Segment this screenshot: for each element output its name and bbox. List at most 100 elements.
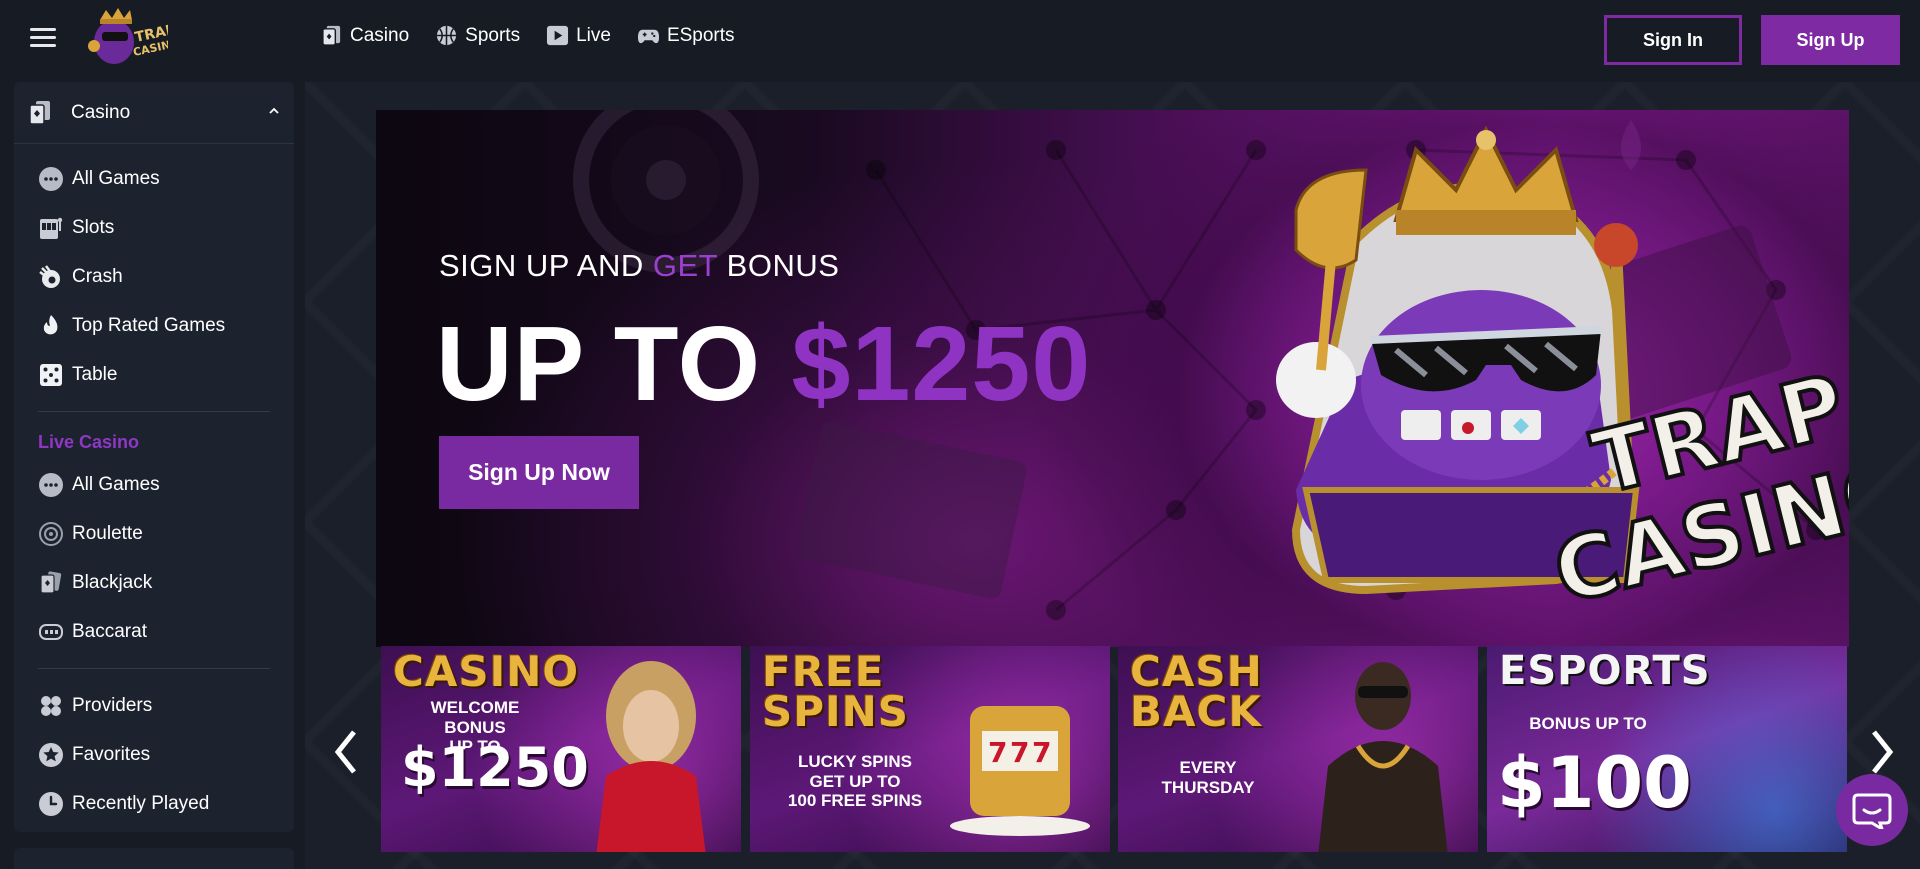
sidebar-footer: [14, 848, 294, 869]
chevron-left-icon[interactable]: [326, 722, 366, 782]
sidebar-item-slots[interactable]: Slots: [14, 203, 294, 252]
sidebar-item-label: Table: [72, 363, 118, 385]
hero-headline-prefix: UP TO: [436, 305, 792, 423]
hero-subtitle: SIGN UP AND GET BONUS: [439, 248, 839, 284]
all-games-icon: [39, 472, 63, 497]
nav-casino[interactable]: Casino: [320, 24, 409, 47]
promo-title-line: SPINS: [762, 686, 910, 736]
nav-esports[interactable]: ESports: [637, 24, 735, 47]
sidebar-item-top-rated[interactable]: Top Rated Games: [14, 301, 294, 350]
sidebar-item-label: Recently Played: [72, 792, 210, 814]
promo-title: FREE SPINS: [762, 647, 910, 736]
sidebar-item-label: Baccarat: [72, 620, 147, 642]
sidebar-item-baccarat[interactable]: Baccarat: [14, 607, 294, 656]
slot-machine-icon: [40, 217, 63, 239]
nav-label: Casino: [350, 24, 410, 46]
live-casino-title: Live Casino: [38, 431, 140, 452]
sidebar-item-recently-played[interactable]: Recently Played: [14, 779, 294, 828]
nav-sports[interactable]: Sports: [435, 24, 520, 47]
promo-subtitle: BONUS UP TO: [1529, 714, 1647, 733]
cards-icon: [40, 570, 62, 594]
promo-card-esports[interactable]: ESPORTS BONUS UP TO $100: [1487, 646, 1847, 852]
sidebar-item-blackjack[interactable]: Blackjack: [14, 558, 294, 607]
hero-headline: UP TO $1250: [436, 304, 1091, 425]
promo-title: CASINO: [393, 647, 580, 696]
providers-icon: [41, 695, 61, 716]
hero-banner[interactable]: SIGN UP AND GET BONUS UP TO $1250 Sign U…: [376, 110, 1849, 647]
sidebar-item-all-games[interactable]: All Games: [14, 154, 294, 203]
sidebar-item-label: Blackjack: [72, 571, 153, 593]
nav-label: Sports: [465, 24, 521, 46]
promo-card-casino[interactable]: CASINO WELCOME BONUS UP TO $1250: [381, 646, 741, 852]
nav-label: Live: [576, 24, 611, 46]
sidebar-casino-header[interactable]: Casino: [14, 82, 294, 144]
sidebar-item-roulette[interactable]: Roulette: [14, 509, 294, 558]
baccarat-icon: [39, 623, 63, 640]
dice-icon: [40, 363, 62, 386]
site-logo[interactable]: TRAP CASINO: [84, 6, 181, 68]
sidebar-item-live-all-games[interactable]: All Games: [14, 460, 294, 509]
slot-machine-mascot: TRAP CASINO: [1276, 125, 1849, 626]
svg-text:7: 7: [988, 736, 1007, 769]
sign-up-button[interactable]: Sign Up: [1761, 15, 1900, 65]
casino-card-icon: [29, 100, 50, 125]
gamepad-icon: [637, 29, 659, 44]
promo-subtitle: LUCKY SPINS GET UP TO 100 FREE SPINS: [770, 752, 940, 811]
promo-amount: $1250: [401, 736, 589, 799]
basketball-icon: [437, 25, 457, 46]
fire-icon: [43, 314, 58, 334]
top-bar: TRAP CASINO Casino Sports Live ESports S…: [0, 0, 1920, 78]
crash-icon: [39, 264, 60, 288]
chevron-up-icon[interactable]: [268, 106, 280, 116]
star-icon: [39, 742, 63, 767]
promo-line: GET UP TO: [809, 771, 901, 791]
divider: [38, 411, 270, 412]
sidebar-item-label: Slots: [72, 216, 115, 238]
sidebar-item-label: All Games: [72, 167, 160, 189]
casino-list: All Games Slots Crash Top Rated Games Ta…: [14, 144, 294, 828]
promo-slot-image: 7 7 7: [950, 706, 1090, 836]
promo-title-line: BACK: [1130, 686, 1262, 736]
sidebar-item-label: Roulette: [72, 522, 143, 544]
main-nav: Casino Sports Live ESports: [320, 24, 735, 47]
sidebar-item-crash[interactable]: Crash: [14, 252, 294, 301]
sidebar: Casino All Games Slots Crash Top Rated G…: [14, 82, 294, 832]
sidebar-item-label: Top Rated Games: [72, 314, 226, 336]
promo-man-image: [1318, 662, 1448, 852]
casino-card-icon: [322, 25, 341, 46]
nav-live[interactable]: Live: [546, 24, 611, 47]
promo-title-line: FREE: [762, 647, 885, 696]
sign-up-now-button[interactable]: Sign Up Now: [439, 436, 639, 509]
promo-line: WELCOME BONUS: [430, 698, 520, 737]
sidebar-item-providers[interactable]: Providers: [14, 681, 294, 730]
hero-subtitle-prefix: SIGN UP AND: [439, 248, 653, 283]
sidebar-item-table[interactable]: Table: [14, 350, 294, 399]
promo-line: THURSDAY: [1161, 777, 1255, 797]
divider: [38, 668, 270, 669]
svg-text:7: 7: [1010, 736, 1029, 769]
sidebar-section-title: Casino: [71, 101, 131, 123]
hero-headline-amount: $1250: [791, 305, 1092, 423]
clock-icon: [39, 791, 63, 816]
sign-in-button[interactable]: Sign In: [1604, 15, 1742, 65]
play-icon: [547, 25, 569, 46]
sidebar-item-label: Providers: [72, 694, 153, 716]
promo-title-line: CASH: [1130, 647, 1263, 696]
promo-card-cashback[interactable]: CASH BACK EVERY THURSDAY: [1118, 646, 1478, 852]
chat-bubble-icon: [1852, 793, 1892, 829]
sidebar-item-label: All Games: [72, 473, 160, 495]
promo-card-free-spins[interactable]: 7 7 7 FREE SPINS LUCKY SPINS GET UP TO 1…: [750, 646, 1110, 852]
sidebar-item-favorites[interactable]: Favorites: [14, 730, 294, 779]
hamburger-icon[interactable]: [30, 28, 56, 50]
live-chat-button[interactable]: [1836, 774, 1908, 846]
nav-label: ESports: [666, 24, 735, 46]
promo-line: 100 FREE SPINS: [787, 791, 923, 811]
all-games-icon: [39, 166, 63, 191]
roulette-icon: [39, 521, 63, 546]
hero-subtitle-accent: GET: [652, 248, 718, 283]
promo-title: ESPORTS: [1499, 648, 1711, 694]
promo-title: CASH BACK: [1130, 647, 1263, 736]
chevron-right-icon[interactable]: [1862, 722, 1902, 782]
promo-line: LUCKY SPINS: [798, 752, 912, 771]
promo-subtitle: EVERY THURSDAY: [1148, 758, 1268, 797]
